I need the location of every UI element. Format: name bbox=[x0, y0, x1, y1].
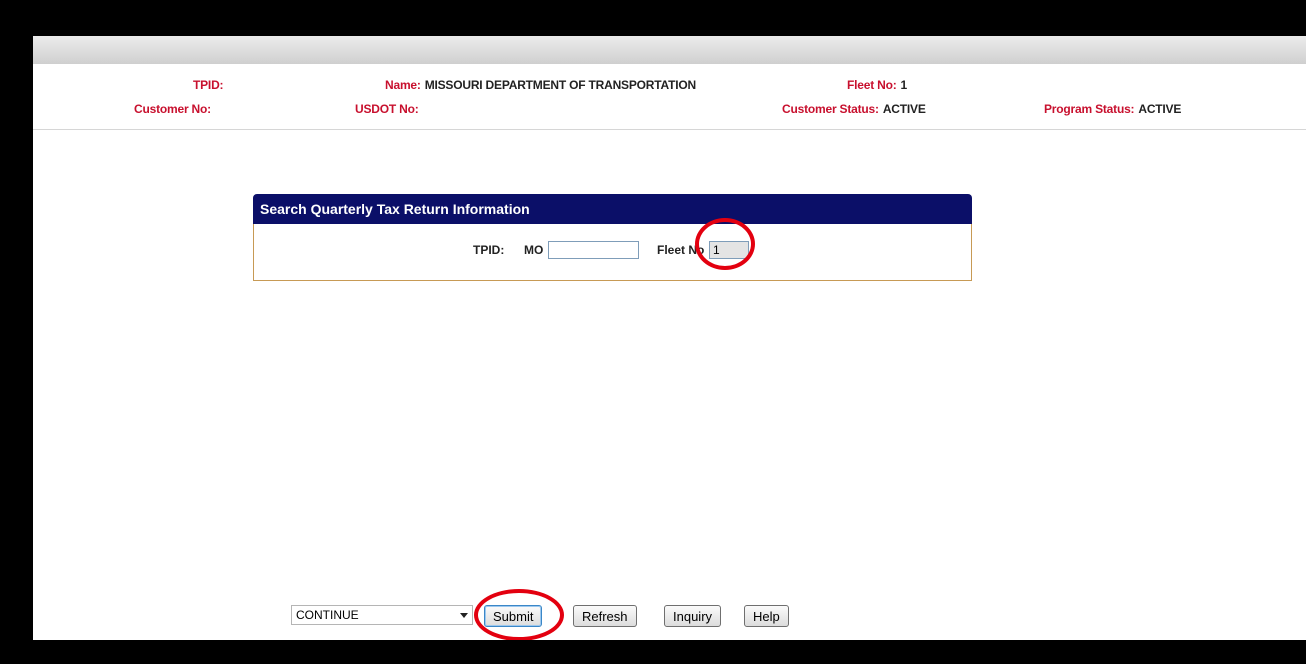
header-customer-no-label: Customer No: bbox=[134, 102, 211, 116]
header-program-status-label: Program Status: bbox=[1044, 102, 1135, 116]
header-name-value: MISSOURI DEPARTMENT OF TRANSPORTATION bbox=[424, 78, 696, 92]
refresh-button[interactable]: Refresh bbox=[573, 605, 637, 627]
header-fleet-value: 1 bbox=[900, 78, 908, 92]
fleet-no-input[interactable] bbox=[709, 241, 749, 259]
search-panel-title: Search Quarterly Tax Return Information bbox=[253, 194, 972, 224]
header-usdot-label: USDOT No: bbox=[355, 102, 419, 116]
action-select-value: CONTINUE bbox=[296, 608, 359, 622]
top-bar bbox=[33, 36, 1306, 64]
tpid-input[interactable] bbox=[548, 241, 639, 259]
inquiry-button[interactable]: Inquiry bbox=[664, 605, 722, 627]
header-program-status: Program Status: ACTIVE bbox=[1044, 102, 1181, 116]
tpid-prefix: MO bbox=[524, 243, 544, 257]
search-panel-body: TPID: MO Fleet No bbox=[253, 224, 972, 281]
header-customer-no: Customer No: bbox=[134, 102, 215, 116]
action-select[interactable]: CONTINUE bbox=[291, 605, 473, 625]
header-tpid-label: TPID: bbox=[193, 78, 224, 92]
tpid-label: TPID: bbox=[473, 243, 505, 257]
header-usdot: USDOT No: bbox=[355, 102, 423, 116]
header-tpid: TPID: bbox=[193, 78, 227, 92]
header-name: Name: MISSOURI DEPARTMENT OF TRANSPORTATI… bbox=[385, 78, 696, 92]
help-button[interactable]: Help bbox=[744, 605, 789, 627]
header-customer-status-value: ACTIVE bbox=[882, 102, 926, 116]
fleet-no-label: Fleet No bbox=[657, 243, 705, 257]
header-fleet: Fleet No: 1 bbox=[847, 78, 907, 92]
chevron-down-icon bbox=[460, 613, 468, 618]
header-fleet-label: Fleet No: bbox=[847, 78, 897, 92]
header-program-status-value: ACTIVE bbox=[1138, 102, 1182, 116]
header-customer-status-label: Customer Status: bbox=[782, 102, 879, 116]
header-customer-status: Customer Status: ACTIVE bbox=[782, 102, 926, 116]
header-name-label: Name: bbox=[385, 78, 421, 92]
submit-button[interactable]: Submit bbox=[484, 605, 543, 627]
search-panel: Search Quarterly Tax Return Information … bbox=[253, 194, 972, 282]
app-window: TPID: Name: MISSOURI DEPARTMENT OF TRANSP… bbox=[33, 36, 1306, 640]
header-divider bbox=[33, 129, 1306, 130]
